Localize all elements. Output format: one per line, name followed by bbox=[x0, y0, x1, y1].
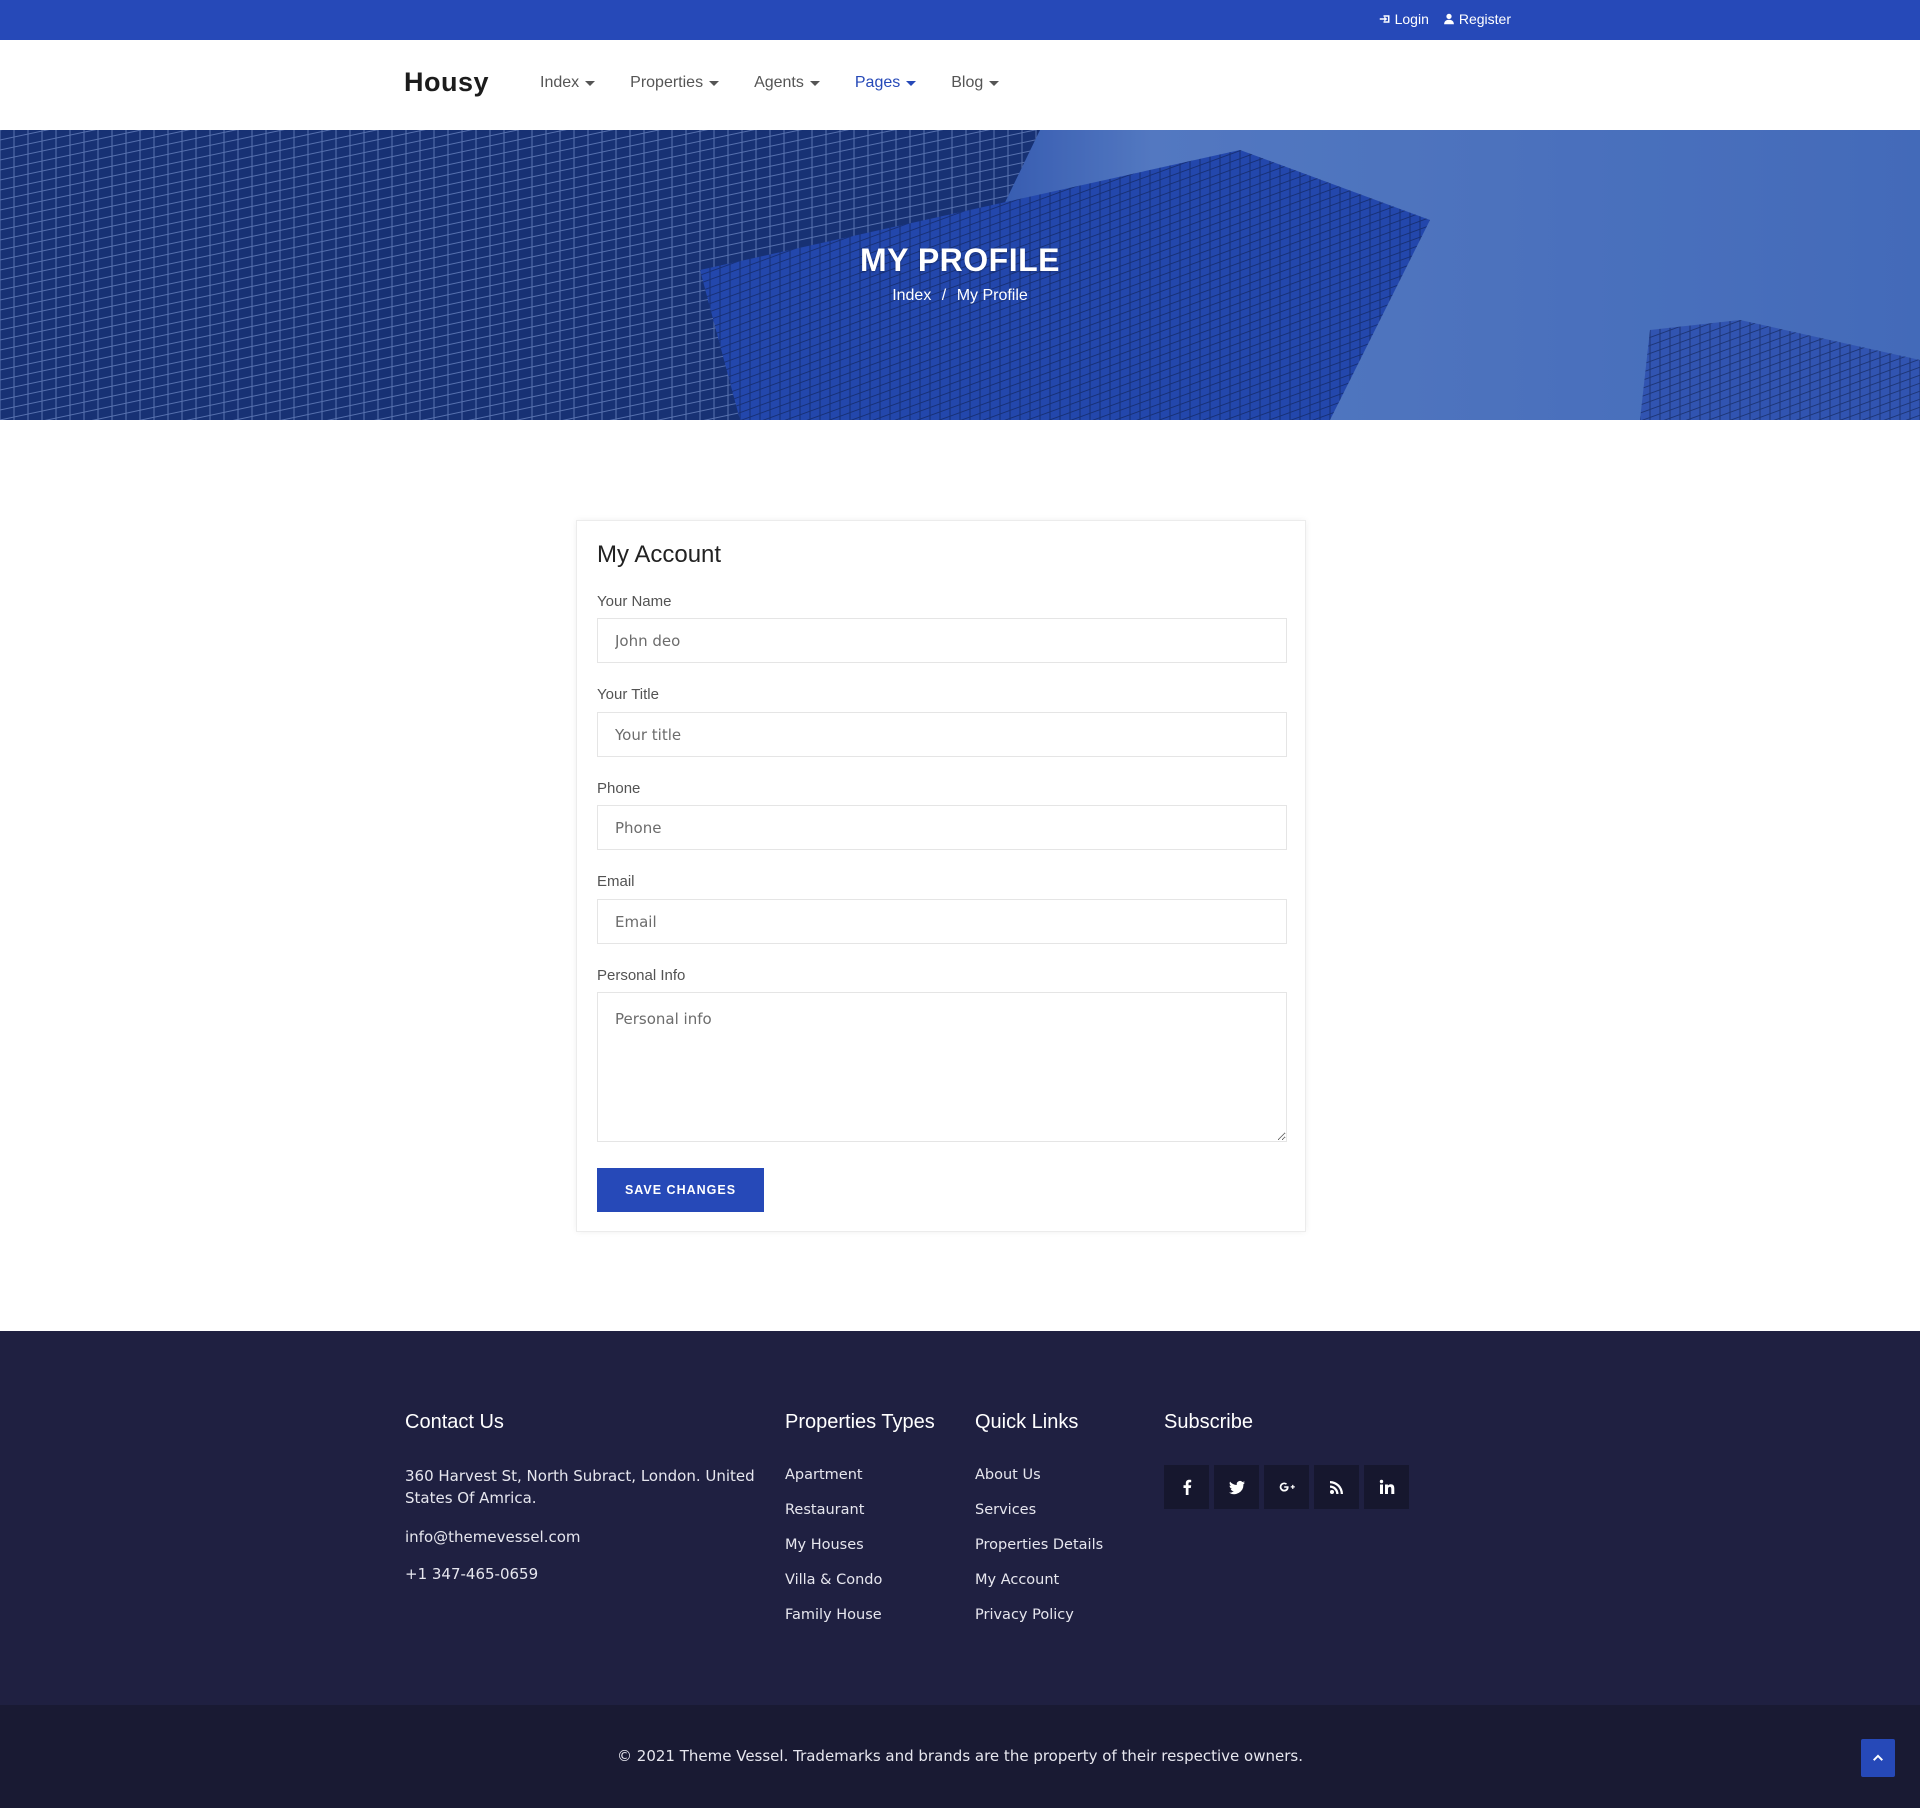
caret-down-icon bbox=[709, 80, 720, 86]
contact-address: 360 Harvest St, North Subract, London. U… bbox=[405, 1467, 755, 1507]
login-link[interactable]: Login bbox=[1379, 11, 1429, 27]
register-link[interactable]: Register bbox=[1443, 11, 1511, 27]
nav-item-label: Properties bbox=[630, 74, 704, 91]
your-name-label: Your Name bbox=[597, 593, 672, 610]
phone-label: Phone bbox=[597, 780, 641, 797]
nav-item-label: Agents bbox=[754, 74, 804, 91]
my-account-card: My Account Your Name Your Title Phone Em… bbox=[576, 520, 1306, 1232]
nav-item-properties[interactable]: Properties bbox=[630, 74, 720, 92]
google-plus-icon bbox=[1279, 1482, 1295, 1492]
copyright-bar: © 2021 Theme Vessel. Trademarks and bran… bbox=[0, 1705, 1920, 1808]
footer-link-apartment[interactable]: Apartment bbox=[785, 1465, 882, 1500]
caret-down-icon bbox=[585, 80, 596, 86]
register-label: Register bbox=[1458, 11, 1511, 27]
email-input[interactable] bbox=[597, 899, 1287, 944]
contact-us-heading: Contact Us bbox=[405, 1411, 504, 1433]
breadcrumb-current: My Profile bbox=[956, 287, 1028, 304]
properties-types-list: Apartment Restaurant My Houses Villa & C… bbox=[785, 1465, 882, 1640]
nav-item-pages[interactable]: Pages bbox=[854, 74, 917, 92]
email-label: Email bbox=[597, 873, 635, 890]
quick-links-heading: Quick Links bbox=[975, 1411, 1079, 1433]
brand-logo[interactable]: Housy bbox=[404, 67, 489, 98]
quick-links-list: About Us Services Properties Details My … bbox=[975, 1465, 1103, 1640]
nav-item-index[interactable]: Index bbox=[540, 74, 596, 92]
linkedin-icon bbox=[1379, 1479, 1394, 1494]
facebook-button[interactable] bbox=[1164, 1465, 1209, 1509]
footer-link-services[interactable]: Services bbox=[975, 1500, 1103, 1535]
caret-down-icon bbox=[906, 80, 917, 86]
site-footer: Contact Us 360 Harvest St, North Subract… bbox=[0, 1331, 1920, 1705]
main-nav: Index Properties Agents Pages Blog bbox=[540, 74, 1034, 92]
personal-info-textarea[interactable] bbox=[597, 992, 1287, 1142]
phone-input[interactable] bbox=[597, 805, 1287, 850]
back-to-top-button[interactable] bbox=[1861, 1739, 1895, 1777]
footer-link-restaurant[interactable]: Restaurant bbox=[785, 1500, 882, 1535]
nav-item-label: Blog bbox=[951, 74, 984, 91]
subscribe-heading: Subscribe bbox=[1164, 1411, 1253, 1433]
footer-link-my-houses[interactable]: My Houses bbox=[785, 1535, 882, 1570]
page-banner: MY PROFILE Index / My Profile bbox=[0, 130, 1920, 420]
breadcrumb: Index / My Profile bbox=[0, 287, 1920, 305]
nav-item-label: Pages bbox=[854, 74, 901, 91]
your-title-label: Your Title bbox=[597, 686, 659, 703]
footer-link-about-us[interactable]: About Us bbox=[975, 1465, 1103, 1500]
personal-info-label: Personal Info bbox=[597, 967, 686, 984]
main-navbar: Housy Index Properties Agents Pages Blog bbox=[0, 40, 1920, 130]
footer-link-my-account[interactable]: My Account bbox=[975, 1570, 1103, 1605]
top-bar: Login Register bbox=[0, 0, 1920, 40]
your-name-input[interactable] bbox=[597, 618, 1287, 663]
rss-icon bbox=[1329, 1481, 1343, 1494]
chevron-up-icon bbox=[1873, 1754, 1883, 1761]
footer-link-properties-details[interactable]: Properties Details bbox=[975, 1535, 1103, 1570]
twitter-icon bbox=[1228, 1480, 1245, 1495]
user-icon bbox=[1443, 13, 1454, 25]
facebook-icon bbox=[1183, 1479, 1191, 1495]
caret-down-icon bbox=[809, 80, 820, 86]
page-title: MY PROFILE bbox=[860, 242, 1060, 278]
breadcrumb-separator: / bbox=[941, 287, 947, 304]
your-title-input[interactable] bbox=[597, 712, 1287, 757]
footer-link-family-house[interactable]: Family House bbox=[785, 1605, 882, 1640]
sign-in-icon bbox=[1379, 15, 1390, 23]
top-bar-links: Login Register bbox=[1379, 11, 1511, 27]
properties-types-heading: Properties Types bbox=[785, 1411, 935, 1433]
rss-button[interactable] bbox=[1314, 1465, 1359, 1509]
save-changes-button[interactable]: SAVE CHANGES bbox=[597, 1168, 764, 1212]
nav-item-agents[interactable]: Agents bbox=[754, 74, 820, 92]
login-label: Login bbox=[1394, 11, 1429, 27]
footer-link-villa-condo[interactable]: Villa & Condo bbox=[785, 1570, 882, 1605]
linkedin-button[interactable] bbox=[1364, 1465, 1409, 1509]
nav-item-label: Index bbox=[540, 74, 580, 91]
copyright-text: © 2021 Theme Vessel. Trademarks and bran… bbox=[617, 1747, 1303, 1765]
contact-phone: +1 347-465-0659 bbox=[405, 1565, 539, 1583]
footer-link-privacy-policy[interactable]: Privacy Policy bbox=[975, 1605, 1103, 1640]
nav-item-blog[interactable]: Blog bbox=[951, 74, 1000, 92]
account-card-title: My Account bbox=[597, 541, 722, 568]
google-plus-button[interactable] bbox=[1264, 1465, 1309, 1509]
social-links bbox=[1164, 1465, 1409, 1509]
contact-email[interactable]: info@themevessel.com bbox=[405, 1526, 581, 1548]
breadcrumb-home-link[interactable]: Index bbox=[892, 287, 931, 304]
caret-down-icon bbox=[989, 80, 1000, 86]
twitter-button[interactable] bbox=[1214, 1465, 1259, 1509]
